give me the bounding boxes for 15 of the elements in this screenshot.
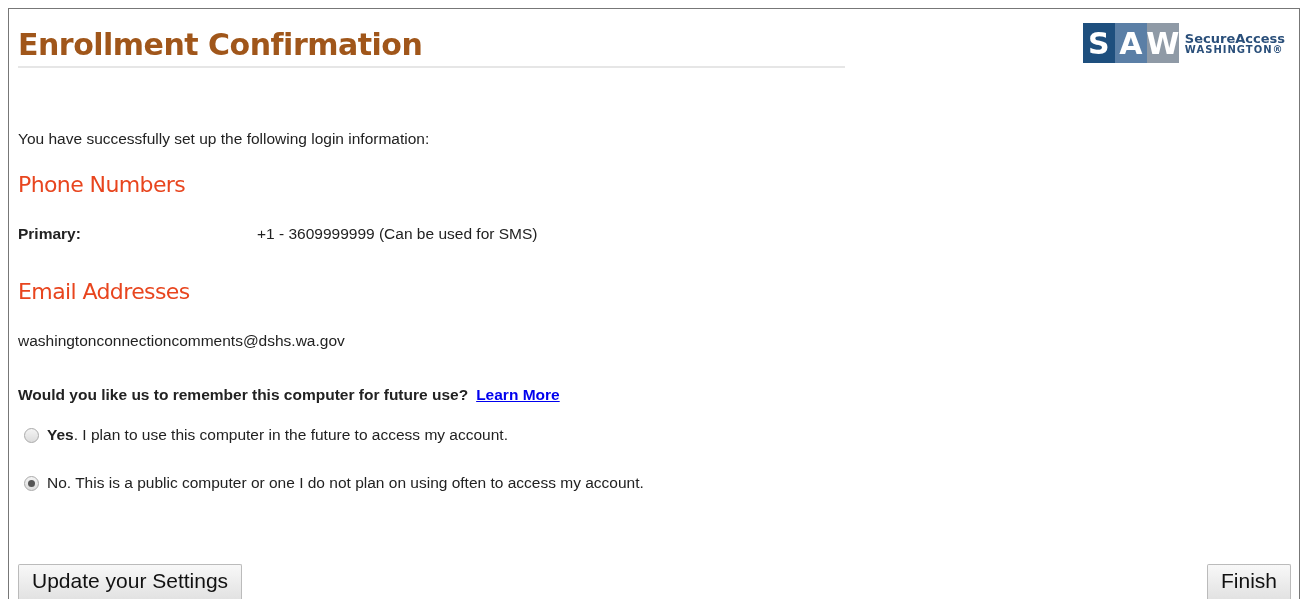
phone-number: +1 - 3609999999 (Can be used for SMS)	[257, 225, 538, 243]
finish-button[interactable]: Finish	[1206, 564, 1291, 599]
email-address: washingtonconnectioncomments@dshs.wa.gov	[18, 332, 346, 350]
intro-text: You have successfully set up the following login information:	[18, 130, 431, 148]
page-title: Enrollment Confirmation	[18, 27, 845, 68]
option-label: Yes. I plan to use this computer in the future to access my account.	[47, 426, 508, 444]
section-heading: Phone Numbers	[18, 172, 187, 197]
update-settings-button[interactable]: Update your Settings	[18, 564, 243, 599]
radio-button[interactable]	[24, 427, 39, 443]
radio-button[interactable]	[24, 475, 39, 491]
learn-more-link[interactable]: Learn More	[476, 386, 560, 404]
question-text: Would you like us to remember this computer for future use?	[18, 386, 469, 404]
field-label: Primary:	[18, 225, 82, 243]
section-heading: Email Addresses	[18, 279, 191, 304]
option-label: No. This is a public computer or one I do not plan on using often to access my account.	[47, 474, 644, 492]
